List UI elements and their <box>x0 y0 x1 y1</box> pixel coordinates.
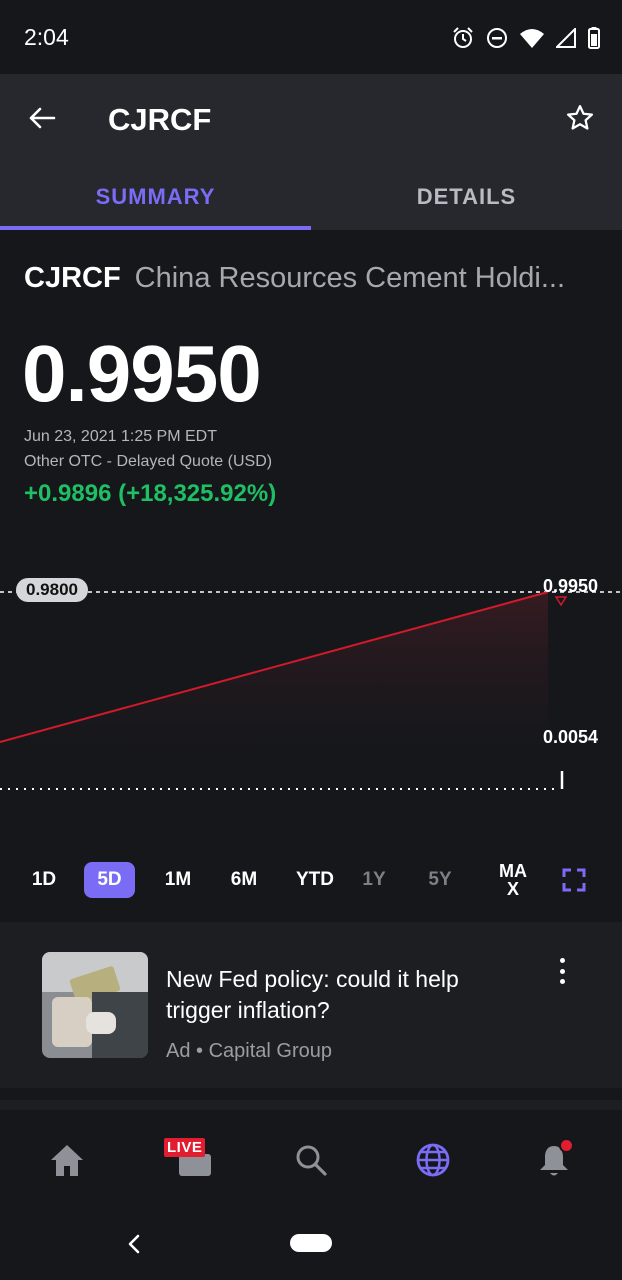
quote-symbol: CJRCF <box>24 262 121 294</box>
back-button[interactable] <box>20 96 64 140</box>
exchange-label: Other OTC - Delayed Quote (USD) <box>24 453 273 470</box>
arrow-left-icon <box>29 107 56 129</box>
status-time: 2:04 <box>24 24 69 50</box>
range-ytd[interactable]: YTD <box>290 862 340 898</box>
status-bar: 2:04 <box>0 0 622 74</box>
range-6m[interactable]: 6M <box>222 862 266 898</box>
chart-high-label: 0.9950 <box>542 576 598 596</box>
quote-timestamp: Jun 23, 2021 1:25 PM EDT <box>24 428 217 445</box>
do-not-disturb-icon <box>487 28 507 48</box>
page-title: CJRCF <box>108 102 212 137</box>
ad-card[interactable]: New Fed policy: could it help trigger in… <box>0 922 622 1088</box>
star-outline-icon <box>567 105 593 130</box>
range-max-line2: X <box>506 879 519 899</box>
system-nav-bar <box>0 1208 622 1280</box>
price-change: +0.9896 (+18,325.92%) <box>24 480 277 507</box>
last-price-marker <box>554 596 568 607</box>
nav-search[interactable] <box>283 1138 339 1182</box>
range-max-line1: MA <box>499 861 527 881</box>
range-1m[interactable]: 1M <box>156 862 200 898</box>
section-divider <box>0 1100 622 1110</box>
signal-icon <box>556 28 576 48</box>
range-5y[interactable]: 5Y <box>418 862 462 898</box>
tab-details[interactable]: DETAILS <box>311 170 622 230</box>
globe-icon <box>416 1143 450 1177</box>
range-1d[interactable]: 1D <box>22 862 66 898</box>
alarm-icon <box>453 27 473 48</box>
app-bar: CJRCF SUMMARY DETAILS <box>0 74 622 230</box>
ad-title[interactable]: New Fed policy: could it help trigger in… <box>166 964 526 1026</box>
live-badge: LIVE <box>164 1138 206 1157</box>
range-max[interactable]: MA X <box>492 862 534 898</box>
nav-notifications[interactable] <box>526 1138 582 1182</box>
status-icons <box>452 24 600 52</box>
price-chart[interactable] <box>0 560 622 810</box>
home-icon <box>51 1145 83 1176</box>
more-options-icon[interactable] <box>548 954 576 988</box>
watchlist-star-button[interactable] <box>558 96 602 140</box>
system-back-icon[interactable] <box>124 1232 144 1256</box>
previous-close-label: 0.9800 <box>16 578 88 602</box>
nav-home[interactable] <box>39 1138 95 1182</box>
tab-summary[interactable]: SUMMARY <box>0 170 311 230</box>
notification-dot <box>559 1138 574 1153</box>
battery-icon <box>588 27 600 49</box>
home-gesture-pill[interactable] <box>290 1234 332 1252</box>
fullscreen-icon[interactable] <box>560 866 588 894</box>
chart-low-label: 0.0054 <box>542 727 598 747</box>
search-icon <box>296 1145 327 1176</box>
quote-header: CJRCF China Resources Cement Holdi... <box>24 262 604 302</box>
range-1y[interactable]: 1Y <box>352 862 396 898</box>
chart-area-fill <box>0 592 548 790</box>
nav-markets[interactable] <box>405 1138 461 1182</box>
ad-thumbnail <box>42 952 148 1058</box>
range-selector: 1D 5D 1M 6M YTD 1Y 5Y MA X <box>0 858 622 904</box>
range-5d[interactable]: 5D <box>84 862 135 898</box>
wifi-icon <box>520 29 544 48</box>
nav-live[interactable]: LIVE <box>164 1138 223 1182</box>
bottom-nav: LIVE <box>0 1110 622 1208</box>
current-price: 0.9950 <box>22 329 262 418</box>
ad-sponsor: Ad • Capital Group <box>166 1040 332 1062</box>
company-name: China Resources Cement Holdi... <box>134 262 566 294</box>
